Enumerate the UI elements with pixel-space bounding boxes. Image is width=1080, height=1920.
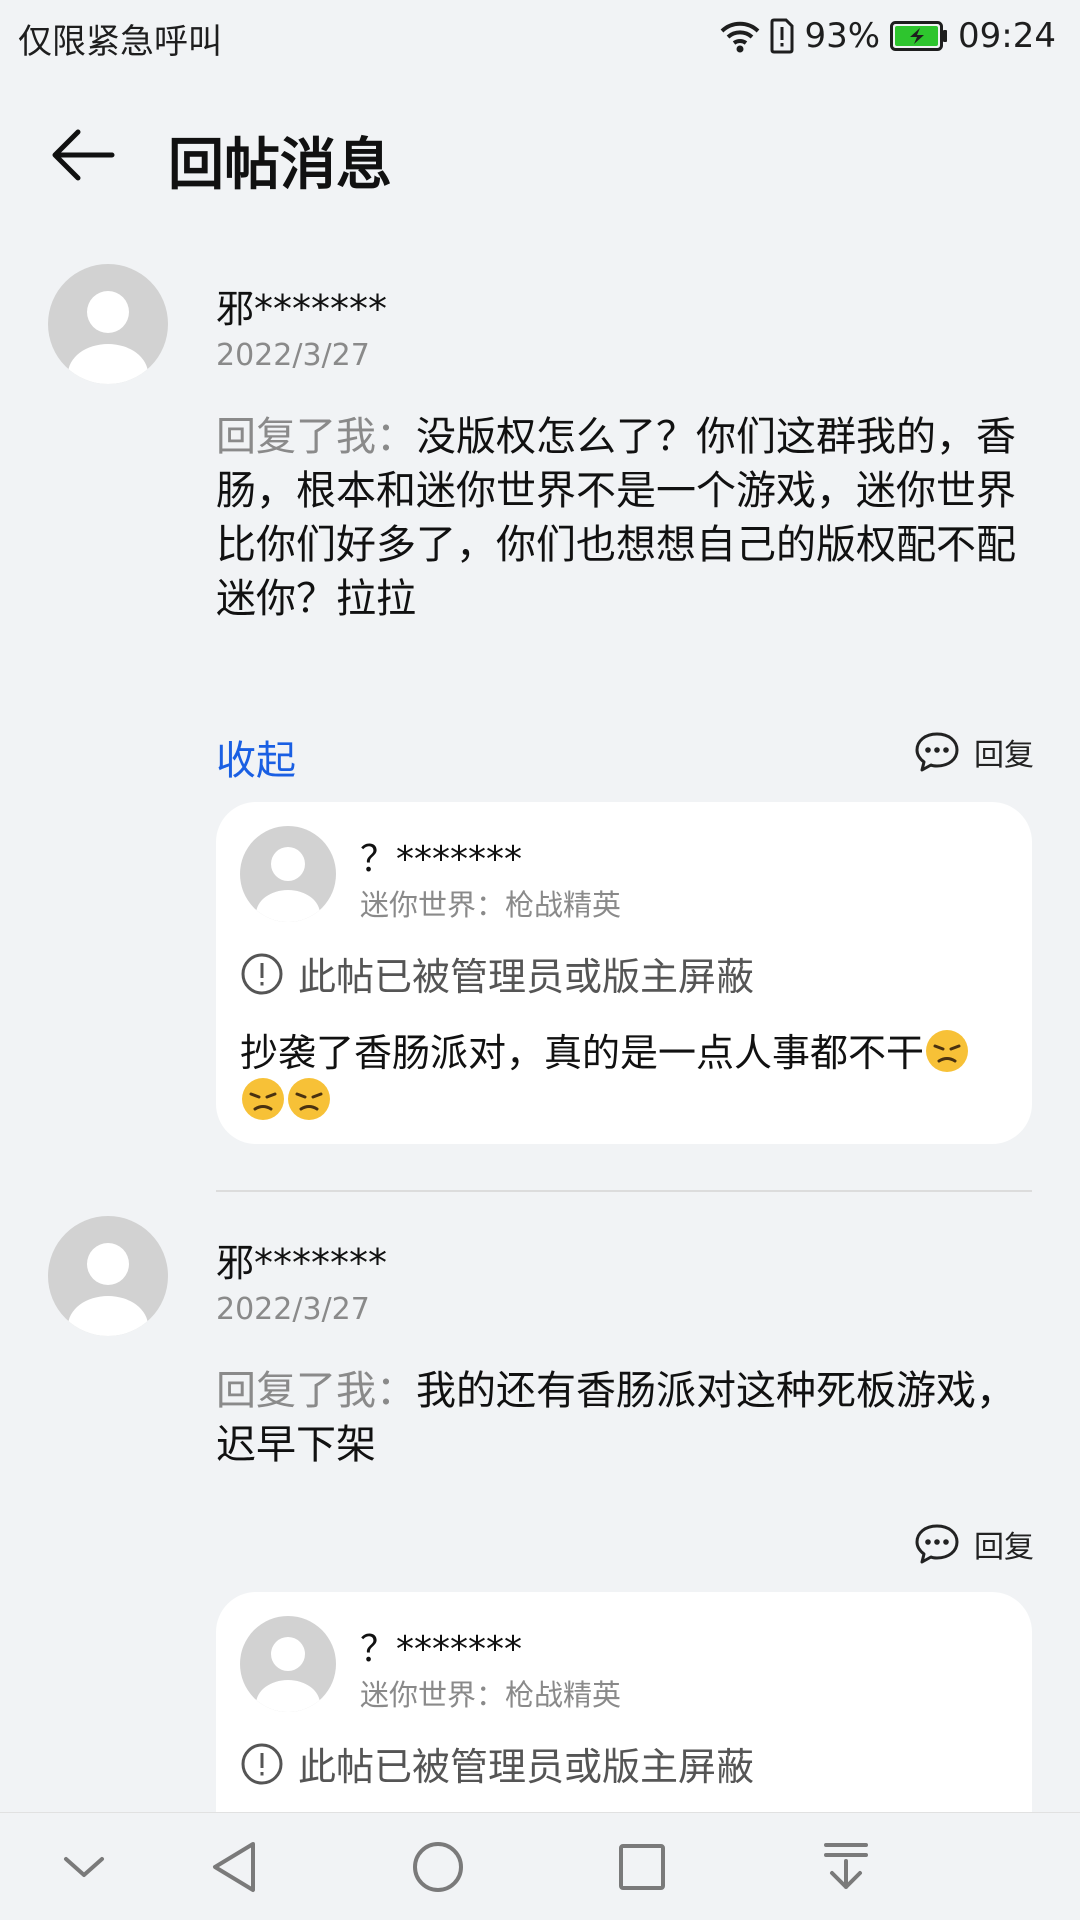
collapse-link[interactable]: 收起 — [216, 728, 296, 786]
reply-button[interactable]: 回复 — [914, 1522, 1034, 1566]
original-post-source: 迷你世界：枪战精英 — [360, 1678, 622, 1712]
alert-circle-icon — [241, 953, 283, 994]
reply-prefix: 回复了我： — [216, 1368, 416, 1414]
blocked-notice-text: 此帖已被管理员或版主屏蔽 — [298, 955, 755, 999]
clock: 09:24 — [958, 16, 1056, 56]
comment-icon — [915, 732, 959, 772]
battery-charging-icon — [890, 21, 948, 51]
sim-alert-icon — [770, 18, 794, 54]
unamused-face-emoji — [288, 1078, 330, 1120]
back-button[interactable] — [44, 120, 124, 190]
wifi-icon — [720, 19, 760, 53]
notification-pulldown-icon[interactable] — [796, 1813, 896, 1920]
emergency-call-only-text: 仅限紧急呼叫 — [18, 22, 222, 62]
original-post-source: 迷你世界：枪战精英 — [360, 888, 622, 922]
back-triangle-icon[interactable] — [184, 1813, 284, 1920]
divider — [216, 1190, 1032, 1192]
arrow-left-icon — [52, 129, 115, 181]
message-username: 邪******* — [216, 287, 388, 331]
home-circle-icon[interactable] — [388, 1813, 488, 1920]
page-title: 回帖消息 — [168, 133, 392, 198]
message-date: 2022/3/27 — [216, 338, 370, 373]
blocked-notice: 此帖已被管理员或版主屏蔽 — [240, 1736, 754, 1791]
message-username: 邪******* — [216, 1241, 388, 1285]
avatar[interactable] — [48, 264, 168, 384]
comment-icon — [915, 1524, 959, 1564]
alert-circle-icon — [241, 1743, 283, 1784]
reply-message: 回复了我：我的还有香肠派对这种死板游戏，迟早下架 — [216, 1364, 1026, 1472]
reply-label: 回复 — [974, 1530, 1034, 1565]
blocked-notice-text: 此帖已被管理员或版主屏蔽 — [298, 1745, 755, 1789]
reply-prefix: 回复了我： — [216, 414, 416, 460]
unamused-face-emoji — [926, 1030, 969, 1072]
original-post-content: 抄袭了香肠派对，真的是一点人事都不干 — [240, 1028, 1020, 1124]
avatar — [240, 1616, 336, 1712]
recents-square-icon[interactable] — [592, 1813, 692, 1920]
original-post-user: ？******* — [360, 839, 523, 880]
chevron-down-icon[interactable] — [34, 1813, 134, 1920]
avatar[interactable] — [48, 1216, 168, 1336]
battery-percent: 93% — [804, 16, 881, 56]
status-bar-icons: 93% 09:24 — [720, 10, 1056, 62]
unamused-face-emoji — [242, 1078, 284, 1120]
reply-label: 回复 — [974, 738, 1034, 773]
reply-message: 回复了我：没版权怎么了？你们这群我的，香肠，根本和迷你世界不是一个游戏，迷你世界… — [216, 410, 1026, 626]
original-post-text: 抄袭了香肠派对，真的是一点人事都不干 — [240, 1031, 925, 1075]
original-post-user: ？******* — [360, 1629, 523, 1670]
original-post-card[interactable]: ？******* 迷你世界：枪战精英 此帖已被管理员或版主屏蔽 抄袭了香肠派对，… — [216, 802, 1032, 1144]
message-date: 2022/3/27 — [216, 1292, 370, 1327]
blocked-notice: 此帖已被管理员或版主屏蔽 — [240, 946, 754, 1001]
avatar — [240, 826, 336, 922]
system-navigation-bar — [0, 1812, 1080, 1920]
reply-button[interactable]: 回复 — [914, 730, 1034, 774]
